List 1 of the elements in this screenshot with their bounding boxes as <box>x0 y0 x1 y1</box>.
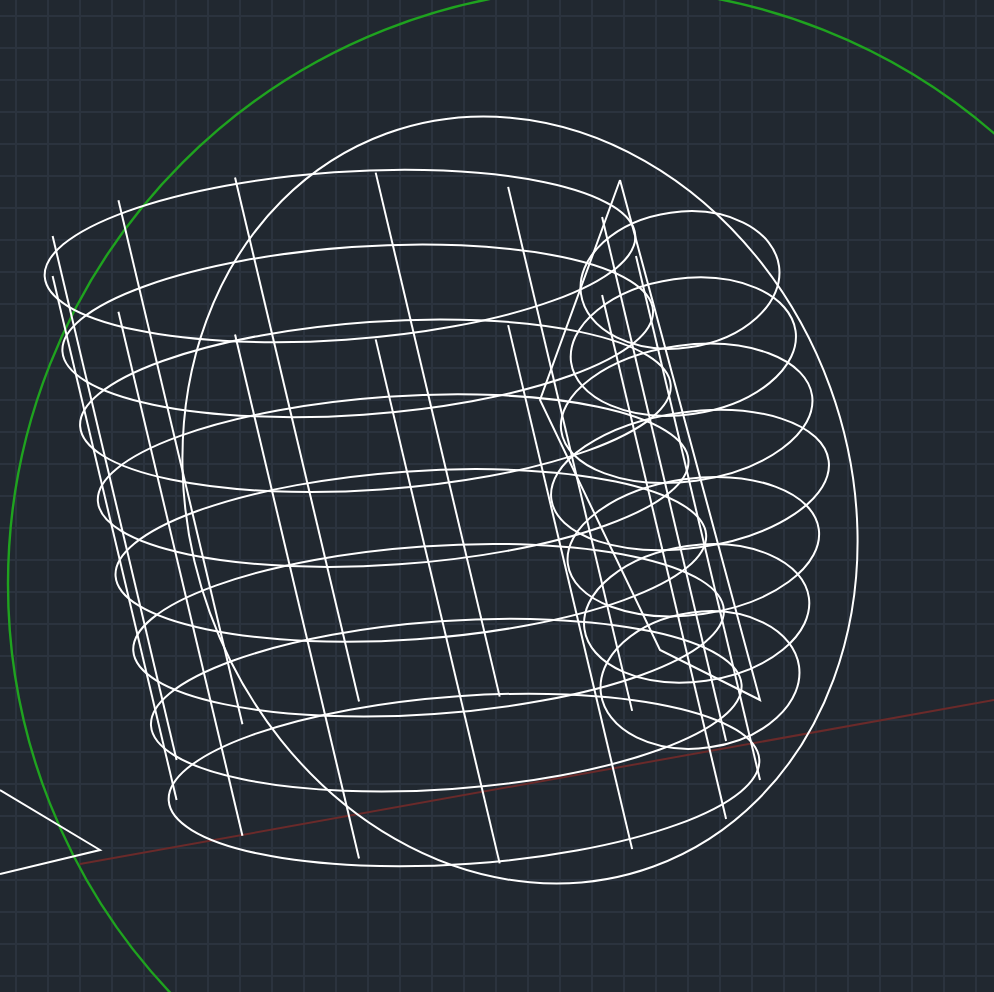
ucs-icon <box>0 789 103 875</box>
